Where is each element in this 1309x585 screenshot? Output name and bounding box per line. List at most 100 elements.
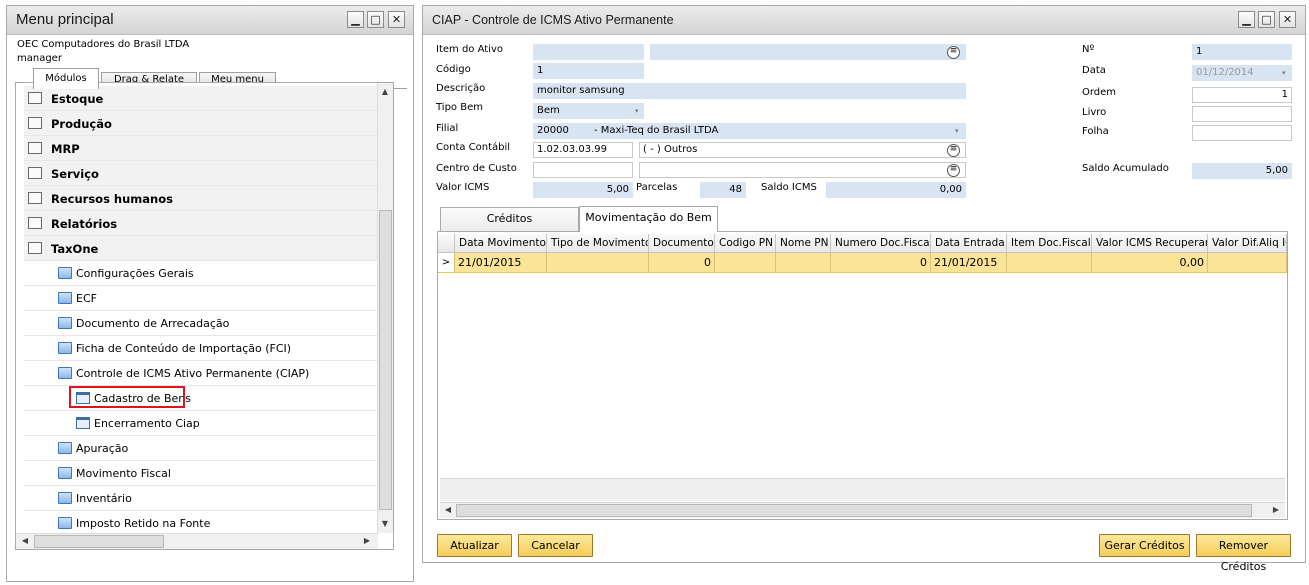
grid-footer xyxy=(440,478,1285,501)
menu-folder-ciap[interactable]: Controle de ICMS Ativo Permanente (CIAP) xyxy=(24,361,377,386)
menu-item-relatorios[interactable]: Relatórios xyxy=(24,211,377,236)
choose-list-icon[interactable]: ≡ xyxy=(947,46,960,59)
ordem-field[interactable]: 1 xyxy=(1192,87,1292,103)
conta-contabil-desc-field[interactable]: ( - ) Outros xyxy=(639,142,966,158)
cell-valor-dif-aliq[interactable] xyxy=(1208,253,1287,272)
col-tipo-de-movimento[interactable]: Tipo de Movimento xyxy=(547,234,649,252)
scroll-up-icon[interactable]: ▲ xyxy=(378,85,392,99)
saldo-icms-field[interactable]: 0,00 xyxy=(826,182,966,198)
tab-modulos[interactable]: Módulos xyxy=(33,68,99,89)
menu-horizontal-scrollbar[interactable]: ◀ ▶ xyxy=(16,533,378,549)
folder-icon xyxy=(58,342,72,354)
menu-item-recursos-humanos[interactable]: Recursos humanos xyxy=(24,186,377,211)
h-scroll-thumb[interactable] xyxy=(34,535,164,548)
numero-field[interactable]: 1 xyxy=(1192,44,1292,60)
descricao-field[interactable]: monitor samsung xyxy=(533,83,966,99)
centro-de-custo-desc-field[interactable] xyxy=(639,162,966,178)
col-data-movimento[interactable]: Data Movimento xyxy=(455,234,547,252)
dropdown-icon[interactable]: ▾ xyxy=(635,107,639,115)
scroll-right-icon[interactable]: ▶ xyxy=(360,534,374,548)
valor-icms-field[interactable]: 5,00 xyxy=(533,182,633,198)
gerar-creditos-button[interactable]: Gerar Créditos xyxy=(1099,534,1190,557)
conta-contabil-field[interactable]: 1.02.03.03.99 xyxy=(533,142,633,158)
data-field[interactable]: 01/12/2014 xyxy=(1192,65,1292,81)
saldo-acumulado-field[interactable]: 5,00 xyxy=(1192,163,1292,179)
atualizar-button[interactable]: Atualizar xyxy=(437,534,512,557)
taxone-icon xyxy=(28,242,42,254)
maximize-icon[interactable]: □ xyxy=(1258,11,1275,28)
remover-creditos-button[interactable]: Remover Créditos xyxy=(1196,534,1291,573)
scroll-left-icon[interactable]: ◀ xyxy=(441,503,455,517)
col-valor-dif-aliq[interactable]: Valor Dif.Aliq IC xyxy=(1208,234,1287,252)
col-data-entrada[interactable]: Data Entrada xyxy=(931,234,1007,252)
filial-select[interactable]: 20000 - Maxi-Teq do Brasil LTDA xyxy=(533,123,966,139)
tipo-bem-select[interactable]: Bem xyxy=(533,103,644,119)
dropdown-icon[interactable]: ▾ xyxy=(1282,69,1286,77)
cell-data-movimento[interactable]: 21/01/2015 xyxy=(455,253,547,272)
scroll-left-icon[interactable]: ◀ xyxy=(18,534,32,548)
cell-valor-icms-recuperar[interactable]: 0,00 xyxy=(1092,253,1208,272)
codigo-field[interactable]: 1 xyxy=(533,63,644,79)
close-icon[interactable]: ✕ xyxy=(388,11,405,28)
centro-de-custo-field[interactable] xyxy=(533,162,633,178)
cell-data-entrada[interactable]: 21/01/2015 xyxy=(931,253,1007,272)
dropdown-icon[interactable]: ▾ xyxy=(955,127,959,135)
livro-field[interactable] xyxy=(1192,106,1292,122)
menu-item-taxone[interactable]: TaxOne xyxy=(24,236,377,261)
menu-item-servico[interactable]: Serviço xyxy=(24,161,377,186)
choose-list-icon[interactable]: ≡ xyxy=(947,144,960,157)
tab-movimentacao-do-bem[interactable]: Movimentação do Bem xyxy=(579,206,718,232)
minimize-icon[interactable]: ▁ xyxy=(1238,11,1255,28)
menu-item-encerramento-ciap[interactable]: Encerramento Ciap xyxy=(24,411,377,436)
col-documento[interactable]: Documento xyxy=(649,234,715,252)
menu-folder-configuracoes-gerais[interactable]: Configurações Gerais xyxy=(24,261,377,286)
cell-tipo-de-movimento[interactable] xyxy=(547,253,649,272)
menu-item-estoque[interactable]: Estoque xyxy=(24,86,377,111)
col-item-doc-fiscal[interactable]: Item Doc.Fiscal xyxy=(1007,234,1092,252)
label-centro-de-custo: Centro de Custo xyxy=(436,163,517,174)
label-ordem: Ordem xyxy=(1082,87,1117,98)
parcelas-field[interactable]: 48 xyxy=(700,182,746,198)
menu-folder-movimento-fiscal[interactable]: Movimento Fiscal xyxy=(24,461,377,486)
cancelar-button[interactable]: Cancelar xyxy=(518,534,593,557)
col-numero-doc-fiscal[interactable]: Numero Doc.Fiscal xyxy=(831,234,931,252)
cell-documento[interactable]: 0 xyxy=(649,253,715,272)
scroll-thumb[interactable] xyxy=(379,210,392,510)
minimize-icon[interactable]: ▁ xyxy=(347,11,364,28)
menu-folder-documento-arrecadacao[interactable]: Documento de Arrecadação xyxy=(24,311,377,336)
tab-creditos[interactable]: Créditos xyxy=(440,207,579,231)
menu-item-mrp[interactable]: MRP xyxy=(24,136,377,161)
menu-folder-ecf[interactable]: ECF xyxy=(24,286,377,311)
folha-field[interactable] xyxy=(1192,125,1292,141)
scroll-right-icon[interactable]: ▶ xyxy=(1269,503,1283,517)
label-saldo-acumulado: Saldo Acumulado xyxy=(1082,163,1169,174)
grid-horizontal-scrollbar[interactable]: ◀ ▶ xyxy=(440,502,1285,518)
table-row[interactable]: > 21/01/2015 0 0 21/01/2015 0,00 xyxy=(438,253,1287,273)
cell-item-doc-fiscal[interactable] xyxy=(1007,253,1092,272)
menu-vertical-scrollbar[interactable]: ▲ ▼ xyxy=(377,83,393,533)
scroll-down-icon[interactable]: ▼ xyxy=(378,517,392,531)
row-indicator-icon[interactable]: > xyxy=(438,253,455,272)
label-filial: Filial xyxy=(436,123,459,134)
label-parcelas: Parcelas xyxy=(636,182,678,193)
col-codigo-pn[interactable]: Codigo PN xyxy=(715,234,776,252)
label-folha: Folha xyxy=(1082,126,1109,137)
grid-header: Data Movimento Tipo de Movimento Documen… xyxy=(438,234,1287,253)
menu-folder-fci[interactable]: Ficha de Conteúdo de Importação (FCI) xyxy=(24,336,377,361)
folder-icon xyxy=(58,317,72,329)
maximize-icon[interactable]: □ xyxy=(367,11,384,28)
menu-folder-apuracao[interactable]: Apuração xyxy=(24,436,377,461)
grid-scroll-thumb[interactable] xyxy=(456,504,1252,517)
col-nome-pn[interactable]: Nome PN xyxy=(776,234,831,252)
item-do-ativo-field[interactable] xyxy=(533,44,644,60)
folder-icon xyxy=(58,442,72,454)
cell-nome-pn[interactable] xyxy=(776,253,831,272)
item-do-ativo-desc-field[interactable] xyxy=(650,44,966,60)
col-valor-icms-recuperar[interactable]: Valor ICMS Recuperar xyxy=(1092,234,1208,252)
menu-folder-inventario[interactable]: Inventário xyxy=(24,486,377,511)
close-icon[interactable]: ✕ xyxy=(1279,11,1296,28)
menu-item-producao[interactable]: Produção xyxy=(24,111,377,136)
choose-list-icon[interactable]: ≡ xyxy=(947,164,960,177)
cell-numero-doc-fiscal[interactable]: 0 xyxy=(831,253,931,272)
cell-codigo-pn[interactable] xyxy=(715,253,776,272)
